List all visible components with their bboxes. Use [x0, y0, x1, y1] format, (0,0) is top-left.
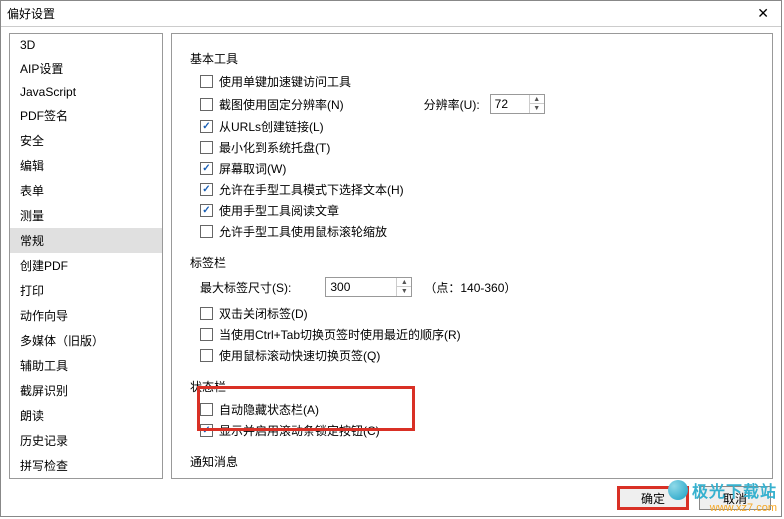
spinner-buttons: ▲ ▼	[529, 95, 544, 113]
dialog-footer: 确定 取消	[617, 486, 771, 510]
label-tab-size-hint: （点：140-360）	[424, 279, 516, 296]
label-screen-word: 屏幕取词(W)	[219, 160, 286, 177]
sidebar-item[interactable]: 3D	[10, 34, 162, 56]
sidebar-item[interactable]: 历史记录	[10, 428, 162, 453]
spinner-down-icon[interactable]: ▼	[530, 104, 544, 113]
label-dblclick-close: 双击关闭标签(D)	[219, 305, 308, 322]
sidebar-item[interactable]: PDF签名	[10, 103, 162, 128]
checkbox-hand-read[interactable]	[200, 204, 213, 217]
max-tab-input[interactable]	[326, 278, 396, 296]
checkbox-screen-word[interactable]	[200, 162, 213, 175]
checkbox-autohide-status[interactable]	[200, 403, 213, 416]
label-show-lock: 显示并启用滚动条锁定按钮(C)	[219, 422, 380, 439]
resolution-spinner[interactable]: ▲ ▼	[490, 94, 545, 114]
ok-button[interactable]: 确定	[617, 486, 689, 510]
sidebar-item[interactable]: 编辑	[10, 153, 162, 178]
checkbox-dblclick-close[interactable]	[200, 307, 213, 320]
label-resolution: 分辨率(U):	[424, 96, 480, 113]
label-single-key: 使用单键加速键访问工具	[219, 73, 351, 90]
sidebar-item[interactable]: AIP设置	[10, 56, 162, 81]
sidebar-item[interactable]: 朗读	[10, 403, 162, 428]
label-hand-read: 使用手型工具阅读文章	[219, 202, 339, 219]
sidebar-item[interactable]: 安全	[10, 128, 162, 153]
checkbox-hand-zoom[interactable]	[200, 225, 213, 238]
checkbox-show-lock[interactable]	[200, 424, 213, 437]
sidebar-item[interactable]: 拼写检查	[10, 453, 162, 478]
checkbox-scroll-tab[interactable]	[200, 349, 213, 362]
spinner-up-icon[interactable]: ▲	[397, 278, 411, 287]
label-scroll-tab: 使用鼠标滚动快速切换页签(Q)	[219, 347, 380, 364]
label-max-tab-size: 最大标签尺寸(S):	[200, 279, 291, 296]
label-autohide-status: 自动隐藏状态栏(A)	[219, 401, 319, 418]
spinner-down-icon[interactable]: ▼	[397, 287, 411, 296]
max-tab-spinner[interactable]: ▲ ▼	[325, 277, 412, 297]
sidebar-item[interactable]: JavaScript	[10, 81, 162, 103]
checkbox-hand-select[interactable]	[200, 183, 213, 196]
label-fixed-res: 截图使用固定分辨率(N)	[219, 96, 344, 113]
section-tabs: 标签栏	[190, 254, 754, 271]
label-hand-select: 允许在手型工具模式下选择文本(H)	[219, 181, 404, 198]
window-title: 偏好设置	[7, 5, 55, 22]
resolution-input[interactable]	[491, 95, 529, 113]
checkbox-create-links[interactable]	[200, 120, 213, 133]
checkbox-ctrl-tab[interactable]	[200, 328, 213, 341]
sidebar-item[interactable]: 表单	[10, 178, 162, 203]
sidebar-item[interactable]: 创建PDF	[10, 253, 162, 278]
sidebar-item[interactable]: 平板	[10, 478, 162, 479]
titlebar: 偏好设置 ✕	[1, 1, 781, 27]
label-create-links: 从URLs创建链接(L)	[219, 118, 324, 135]
checkbox-fixed-res[interactable]	[200, 98, 213, 111]
label-ctrl-tab: 当使用Ctrl+Tab切换页签时使用最近的顺序(R)	[219, 326, 461, 343]
checkbox-single-key[interactable]	[200, 75, 213, 88]
sidebar-item[interactable]: 辅助工具	[10, 353, 162, 378]
preferences-window: 偏好设置 ✕ 3DAIP设置JavaScriptPDF签名安全编辑表单测量常规创…	[0, 0, 782, 517]
label-minimize-tray: 最小化到系统托盘(T)	[219, 139, 330, 156]
section-status: 状态栏	[190, 378, 754, 395]
section-basic-tools: 基本工具	[190, 50, 754, 67]
checkbox-minimize-tray[interactable]	[200, 141, 213, 154]
sidebar-item[interactable]: 多媒体（旧版）	[10, 328, 162, 353]
close-icon[interactable]: ✕	[751, 5, 775, 22]
cancel-button[interactable]: 取消	[699, 486, 771, 510]
label-hand-zoom: 允许手型工具使用鼠标滚轮缩放	[219, 223, 387, 240]
spinner-up-icon[interactable]: ▲	[530, 95, 544, 104]
sidebar-item[interactable]: 截屏识别	[10, 378, 162, 403]
sidebar-item[interactable]: 动作向导	[10, 303, 162, 328]
category-sidebar[interactable]: 3DAIP设置JavaScriptPDF签名安全编辑表单测量常规创建PDF打印动…	[9, 33, 163, 479]
section-notify: 通知消息	[190, 453, 754, 470]
sidebar-item[interactable]: 测量	[10, 203, 162, 228]
spinner-buttons: ▲ ▼	[396, 278, 411, 296]
settings-panel: 基本工具 使用单键加速键访问工具 截图使用固定分辨率(N) 分辨率(U): ▲ …	[171, 33, 773, 479]
sidebar-item[interactable]: 常规	[10, 228, 162, 253]
sidebar-item[interactable]: 打印	[10, 278, 162, 303]
